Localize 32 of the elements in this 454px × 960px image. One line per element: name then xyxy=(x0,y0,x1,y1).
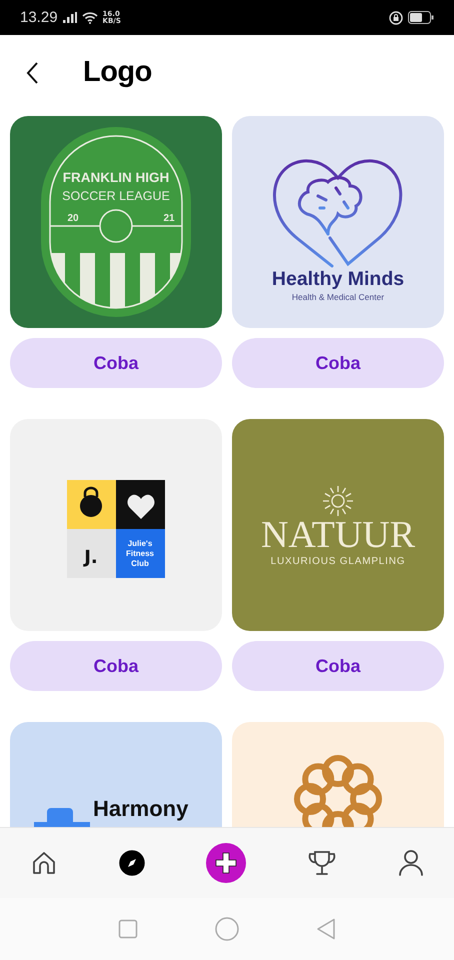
template-card[interactable]: Harmony xyxy=(10,722,222,827)
try-button[interactable]: Coba xyxy=(10,338,222,388)
logo-text: FRANKLIN HIGH xyxy=(62,170,170,185)
create-button[interactable] xyxy=(206,843,246,883)
template-card[interactable]: J. Julie's Fitness Club xyxy=(10,419,222,631)
logo-text: NATUUR xyxy=(260,514,416,556)
trophy-icon[interactable] xyxy=(306,849,337,877)
back-button[interactable] xyxy=(25,60,39,84)
logo-text: Fitness xyxy=(126,549,154,558)
sun-icon xyxy=(323,486,353,516)
logo-text: Club xyxy=(131,559,149,568)
try-button[interactable]: Coba xyxy=(232,641,444,691)
compass-icon[interactable] xyxy=(119,850,146,876)
logo-text: Julie's xyxy=(128,539,152,548)
logo-text: SOCCER LEAGUE xyxy=(62,189,170,203)
signal-icon xyxy=(62,12,77,23)
logo-text: Healthy Minds xyxy=(272,268,404,290)
page-title: Logo xyxy=(83,56,152,89)
logo-text: Health & Medical Center xyxy=(292,292,384,302)
logo-text: Harmony xyxy=(93,796,188,821)
logo-text: 21 xyxy=(163,213,175,224)
try-button[interactable]: Coba xyxy=(232,338,444,388)
logo-text: LUXURIOUS GLAMPLING xyxy=(270,556,406,567)
wifi-icon xyxy=(82,12,98,24)
try-button[interactable]: Coba xyxy=(10,641,222,691)
logo-text: J. xyxy=(84,547,98,568)
profile-icon[interactable] xyxy=(398,849,424,877)
template-card[interactable]: Healthy Minds Health & Medical Center xyxy=(232,116,444,328)
logo-text: 20 xyxy=(67,213,79,224)
rotation-lock-icon xyxy=(389,10,403,24)
status-time: 13.29 xyxy=(20,9,58,26)
battery-icon xyxy=(408,11,434,24)
